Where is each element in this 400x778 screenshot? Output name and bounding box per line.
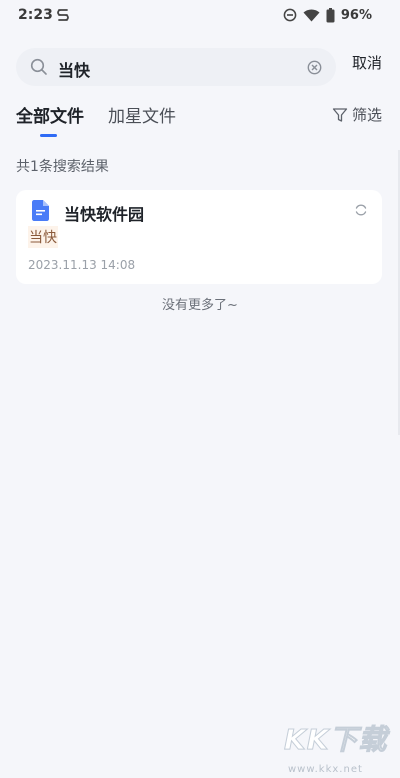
file-name[interactable]: 当快软件园	[64, 201, 144, 225]
document-icon	[32, 200, 49, 221]
status-icons: 96%	[283, 6, 372, 24]
filter-button[interactable]: 筛选	[332, 104, 382, 125]
search-query[interactable]: 当快	[58, 57, 90, 81]
filter-label: 筛选	[352, 106, 383, 124]
search-result-card[interactable]: 当快软件园 当快 2023.11.13 14:08	[16, 190, 382, 284]
sync-icon	[355, 204, 367, 216]
cancel-button[interactable]: 取消	[352, 52, 382, 73]
filter-icon	[332, 107, 348, 122]
search-input[interactable]: 当快	[16, 48, 336, 86]
file-date: 2023.11.13 14:08	[28, 258, 136, 272]
wifi-icon	[303, 9, 320, 22]
status-bar: 2:23 96%	[0, 0, 400, 30]
app-notification-icon	[57, 9, 69, 21]
tab-all-files[interactable]: 全部文件	[16, 102, 84, 127]
end-of-results: 没有更多了~	[162, 298, 238, 313]
search-results-screen: 2:23 96% 当快 取消 全部文件 加星文件 筛选 共1条搜索结果 当快软件…	[0, 0, 400, 778]
status-time: 2:23	[18, 7, 53, 23]
battery-percent: 96%	[340, 7, 372, 23]
clear-search-icon[interactable]	[307, 60, 322, 75]
battery-icon	[326, 7, 335, 22]
active-tab-indicator	[40, 134, 57, 137]
tab-starred-files[interactable]: 加星文件	[108, 102, 176, 127]
search-icon	[30, 58, 47, 75]
result-count: 共1条搜索结果	[16, 159, 109, 175]
do-not-disturb-icon	[283, 8, 297, 22]
matched-snippet: 当快	[28, 226, 58, 248]
watermark-text: KK下载	[283, 723, 388, 757]
watermark-url: www.kkx.net	[288, 764, 363, 775]
watermark-logo: KK下载 www.kkx.net	[283, 718, 396, 776]
